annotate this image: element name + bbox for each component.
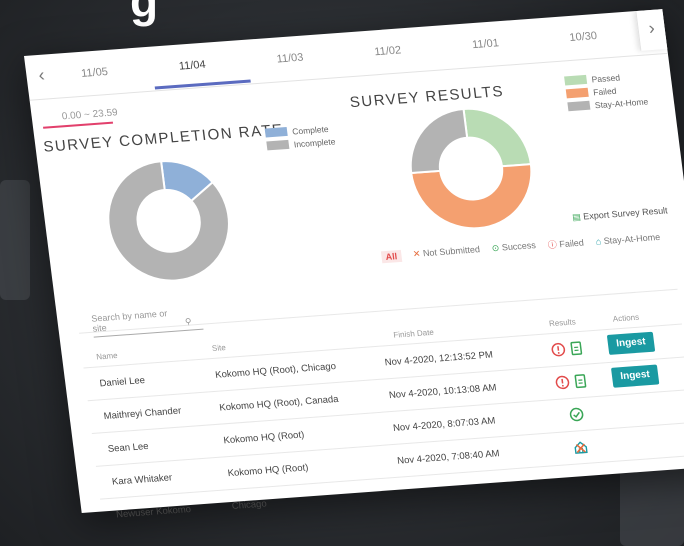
- check-circle-icon: [569, 407, 584, 422]
- legend-swatch-incomplete: [266, 139, 290, 151]
- tab-date[interactable]: 11/05: [54, 64, 135, 82]
- results-slice-stay-at-home: [409, 107, 469, 175]
- row-finish-date: Nov 4-2020, 12:13:52 PM: [384, 349, 494, 369]
- results-slice-failed: [410, 163, 533, 230]
- completion-legend: Complete Incomplete: [264, 122, 336, 153]
- export-label: Export Survey Result: [582, 205, 669, 222]
- time-range-label[interactable]: 0.00 ~ 23.59: [61, 107, 118, 122]
- row-site: Kokomo HQ (Root): [227, 462, 310, 480]
- col-header-finish-date: Finish Date: [392, 327, 435, 340]
- x-icon: ✕: [412, 248, 422, 260]
- x-icon: [575, 443, 586, 454]
- legend-label-failed: Failed: [592, 85, 617, 97]
- col-header-results: Results: [548, 317, 577, 329]
- alert-circle-icon: [555, 375, 570, 390]
- row-name: Maithreyi Chander: [103, 405, 182, 423]
- tab-scroll-right[interactable]: ›: [635, 9, 668, 51]
- results-slice-passed: [462, 107, 533, 168]
- tab-date-active[interactable]: 11/04: [152, 57, 233, 75]
- filter-success-label: Success: [501, 240, 537, 253]
- background-shape: [0, 180, 30, 300]
- tab-date[interactable]: 11/01: [445, 35, 526, 53]
- col-header-site: Site: [211, 343, 227, 353]
- active-tab-indicator: [154, 79, 251, 90]
- survey-dashboard-panel: ‹ 11/05 11/04 11/03 11/02 11/01 10/30 › …: [24, 9, 684, 532]
- row-finish-date: Nov 4-2020, 7:08:40 AM: [396, 448, 501, 467]
- legend-label-passed: Passed: [590, 71, 621, 84]
- time-range-indicator: [43, 121, 114, 129]
- alert-circle-icon: [551, 342, 566, 357]
- legend-swatch-passed: [564, 74, 588, 86]
- filter-failed-label: Failed: [558, 237, 585, 250]
- filter-all[interactable]: All: [380, 249, 402, 263]
- col-header-actions: Actions: [612, 312, 640, 324]
- tab-date[interactable]: 11/02: [347, 42, 428, 60]
- background-heading-fragment: g: [130, 0, 160, 27]
- home-icon: ⌂: [595, 235, 602, 247]
- filter-failed[interactable]: ⓘ Failed: [547, 236, 585, 252]
- document-icon[interactable]: [567, 340, 585, 357]
- legend-label-stay-at-home: Stay-At-Home: [594, 95, 649, 110]
- filter-stay-at-home[interactable]: ⌂ Stay-At-Home: [595, 231, 661, 246]
- col-header-name: Name: [95, 350, 119, 362]
- row-site: Chicago: [231, 498, 268, 512]
- row-site: Kokomo HQ (Root), Canada: [218, 393, 340, 414]
- row-site: Kokomo HQ (Root), Chicago: [214, 361, 337, 381]
- filter-not-submitted-label: Not Submitted: [422, 244, 481, 259]
- chevron-left-icon[interactable]: ‹: [29, 64, 54, 86]
- row-site: Kokomo HQ (Root): [222, 429, 305, 447]
- filter-success[interactable]: ⊙ Success: [491, 240, 536, 254]
- completion-title: SURVEY COMPLETION RATE: [42, 121, 285, 156]
- legend-label-incomplete: Incomplete: [293, 135, 336, 149]
- completion-donut-chart: [107, 160, 230, 282]
- chevron-right-icon: ›: [647, 17, 656, 39]
- legend-swatch-failed: [565, 87, 589, 99]
- tab-date[interactable]: 10/30: [543, 28, 624, 46]
- filter-not-submitted[interactable]: ✕ Not Submitted: [412, 244, 480, 260]
- check-circle-icon: ⊙: [491, 242, 500, 254]
- row-name: Newuser Kokomo: [115, 504, 192, 521]
- results-donut-chart: [409, 107, 533, 230]
- row-finish-date: Nov 4-2020, 8:07:03 AM: [392, 415, 497, 434]
- legend-swatch-complete: [264, 126, 288, 138]
- row-name: Sean Lee: [107, 440, 150, 455]
- row-name: Daniel Lee: [98, 375, 146, 390]
- row-finish-date: Nov 4-2020, 10:13:08 AM: [388, 382, 498, 402]
- export-survey-result-button[interactable]: ▤ Export Survey Result: [572, 205, 669, 223]
- row-name: Kara Whitaker: [111, 472, 173, 488]
- ingest-button[interactable]: Ingest: [606, 331, 656, 355]
- alert-circle-icon: ⓘ: [547, 239, 558, 251]
- survey-results-table: Name Site Finish Date Results Actions Da…: [79, 288, 684, 532]
- document-icon[interactable]: [571, 373, 589, 390]
- legend-swatch-stay-at-home: [567, 100, 591, 112]
- document-icon: ▤: [571, 211, 582, 223]
- legend-label-complete: Complete: [291, 123, 330, 137]
- filter-stay-at-home-label: Stay-At-Home: [603, 231, 661, 246]
- tab-date[interactable]: 11/03: [249, 50, 330, 68]
- results-legend: Passed Failed Stay-At-Home: [564, 69, 649, 114]
- ingest-button[interactable]: Ingest: [610, 364, 660, 388]
